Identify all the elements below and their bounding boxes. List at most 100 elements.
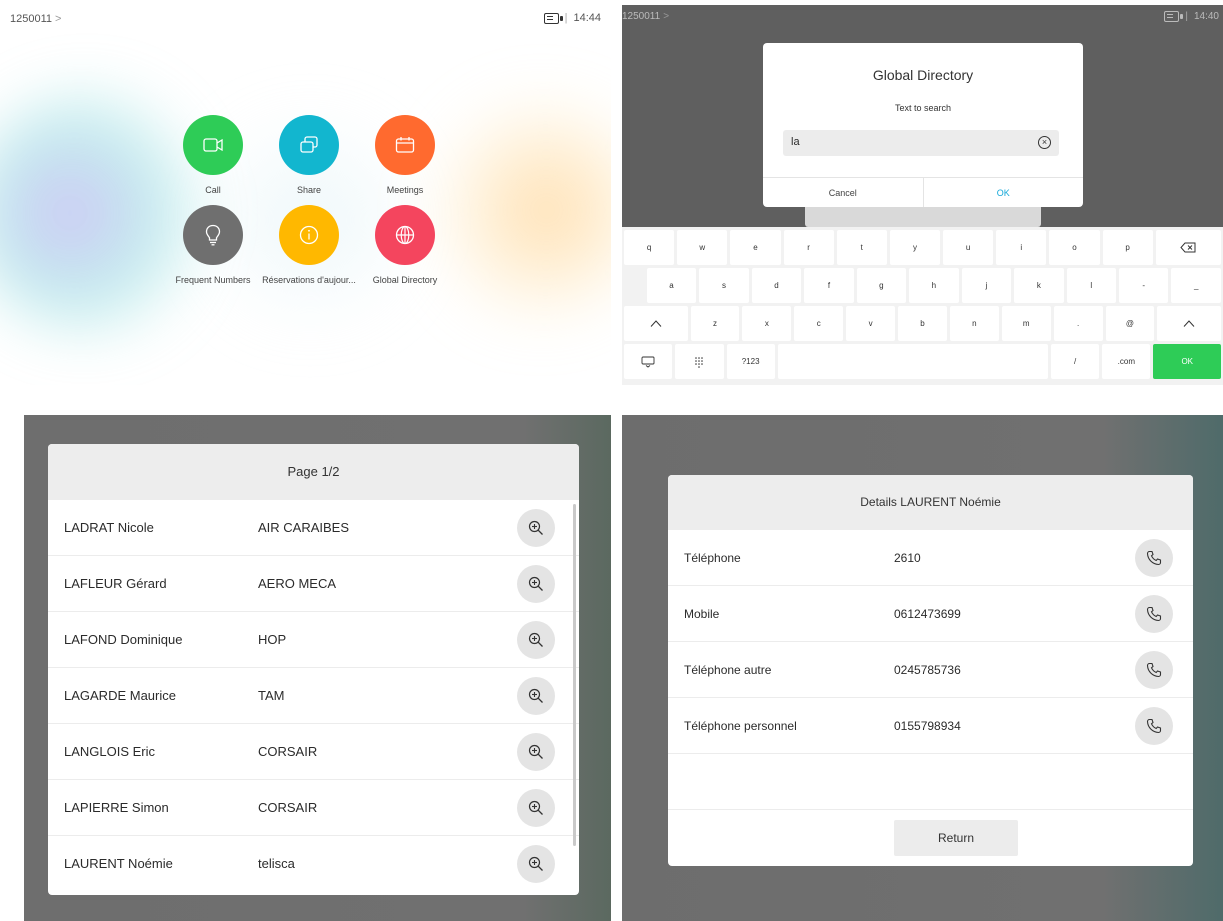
call-app[interactable]: Call (165, 115, 261, 195)
ok-button[interactable]: OK (924, 178, 1084, 207)
key-dotcom[interactable]: .com (1102, 344, 1151, 379)
share-screen-icon[interactable] (279, 115, 339, 175)
search-dialog: Global Directory Text to search la × Can… (763, 43, 1083, 207)
camera-status-icon[interactable] (543, 12, 563, 24)
key-slash[interactable]: / (1050, 344, 1100, 379)
phone-row: Téléphone autre 0245785736 (668, 642, 1193, 698)
key-r[interactable]: r (783, 230, 834, 265)
call-button[interactable] (1135, 595, 1173, 633)
zoom-in-icon (528, 688, 543, 703)
key-o[interactable]: o (1049, 230, 1100, 265)
key-dash[interactable]: - (1119, 268, 1169, 303)
status-bar-dimmed: 1250011 > | 14:40 (622, 5, 1223, 35)
key-w[interactable]: w (677, 230, 728, 265)
shift-key-right[interactable] (1157, 306, 1221, 341)
view-details-button[interactable] (517, 565, 555, 603)
details-header: Details LAURENT Noémie (668, 475, 1193, 530)
key-z[interactable]: z (690, 306, 740, 341)
key-n[interactable]: n (949, 306, 999, 341)
view-details-button[interactable] (517, 621, 555, 659)
list-scrollbar[interactable] (573, 504, 576, 846)
frequent-numbers-app[interactable]: Frequent Numbers (165, 205, 261, 285)
key-e[interactable]: e (730, 230, 781, 265)
info-icon[interactable] (279, 205, 339, 265)
key-s[interactable]: s (699, 268, 749, 303)
list-item[interactable]: LAURENT Noémie telisca (48, 836, 579, 892)
key-j[interactable]: j (961, 268, 1012, 303)
key-y[interactable]: y (889, 230, 941, 265)
details-card: Details LAURENT Noémie Téléphone 2610 Mo… (668, 475, 1193, 866)
list-item[interactable]: LAGARDE Maurice TAM (48, 668, 579, 724)
keyboard-icon (641, 356, 655, 368)
phone-value: 0245785736 (894, 663, 961, 677)
key-p[interactable]: p (1102, 230, 1153, 265)
global-directory-app[interactable]: Global Directory (357, 205, 453, 285)
key-c[interactable]: c (794, 306, 844, 341)
contact-company: AERO MECA (258, 576, 337, 591)
system-id[interactable]: 1250011 > (10, 13, 61, 25)
key-v[interactable]: v (846, 306, 896, 341)
key-k[interactable]: k (1014, 268, 1064, 303)
search-input-value: la (791, 136, 800, 148)
meetings-app[interactable]: Meetings (357, 115, 453, 195)
calendar-icon[interactable] (375, 115, 435, 175)
dialog-title: Global Directory (872, 67, 974, 83)
call-button[interactable] (1135, 539, 1173, 577)
globe-icon[interactable] (375, 205, 435, 265)
backspace-key[interactable] (1155, 230, 1221, 265)
key-d[interactable]: d (751, 268, 802, 303)
results-screen: Page 1/2 LADRAT Nicole AIR CARAIBES LAFL… (24, 415, 611, 921)
dial-pad-icon (695, 356, 704, 368)
space-key[interactable] (777, 344, 1048, 379)
search-input[interactable]: la × (783, 130, 1059, 156)
clear-input-icon[interactable]: × (1038, 136, 1051, 149)
numpad-key[interactable] (675, 344, 724, 379)
system-id[interactable]: 1250011 > (622, 11, 669, 22)
key-g[interactable]: g (856, 268, 907, 303)
camera-status-icon[interactable] (1164, 11, 1184, 22)
key-i[interactable]: i (996, 230, 1047, 265)
meetings-label: Meetings (386, 185, 424, 195)
keyboard-ok-key[interactable]: OK (1153, 344, 1221, 379)
shift-key[interactable] (624, 306, 688, 341)
key-u[interactable]: u (943, 230, 994, 265)
key-a[interactable]: a (646, 268, 697, 303)
home-screen: 1250011 > | 14:44 Call Share Meetings Fr… (0, 0, 611, 385)
share-app[interactable]: Share (261, 115, 357, 195)
key-period[interactable]: . (1053, 306, 1103, 341)
view-details-button[interactable] (517, 845, 555, 883)
lightbulb-icon[interactable] (183, 205, 243, 265)
key-b[interactable]: b (898, 306, 947, 341)
key-h[interactable]: h (909, 268, 959, 303)
key-x[interactable]: x (742, 306, 792, 341)
key-f[interactable]: f (804, 268, 854, 303)
view-details-button[interactable] (517, 677, 555, 715)
list-item[interactable]: LAFLEUR Gérard AERO MECA (48, 556, 579, 612)
zoom-in-icon (528, 744, 543, 759)
view-details-button[interactable] (517, 789, 555, 827)
call-button[interactable] (1135, 651, 1173, 689)
key-q[interactable]: q (624, 230, 675, 265)
symbols-key[interactable]: ?123 (726, 344, 775, 379)
key-underscore[interactable]: _ (1171, 268, 1221, 303)
key-l[interactable]: l (1066, 268, 1117, 303)
phone-row: Téléphone personnel 0155798934 (668, 698, 1193, 754)
hide-keyboard-key[interactable] (624, 344, 673, 379)
reservations-app[interactable]: Réservations d'aujour... (261, 205, 357, 285)
view-details-button[interactable] (517, 733, 555, 771)
key-at[interactable]: @ (1105, 306, 1155, 341)
video-camera-icon[interactable] (183, 115, 243, 175)
cancel-button[interactable]: Cancel (763, 178, 924, 207)
contact-name: LADRAT Nicole (64, 520, 154, 535)
key-m[interactable]: m (1001, 306, 1051, 341)
return-button[interactable]: Return (894, 820, 1018, 856)
list-item[interactable]: LAPIERRE Simon CORSAIR (48, 780, 579, 836)
list-item[interactable]: LAFOND Dominique HOP (48, 612, 579, 668)
list-item[interactable]: LANGLOIS Eric CORSAIR (48, 724, 579, 780)
keyboard-row-4: ?123 / .com OK (624, 344, 1221, 379)
view-details-button[interactable] (517, 509, 555, 547)
call-button[interactable] (1135, 707, 1173, 745)
key-t[interactable]: t (836, 230, 887, 265)
list-item[interactable]: LADRAT Nicole AIR CARAIBES (48, 500, 579, 556)
contact-name: LAGARDE Maurice (64, 688, 176, 703)
